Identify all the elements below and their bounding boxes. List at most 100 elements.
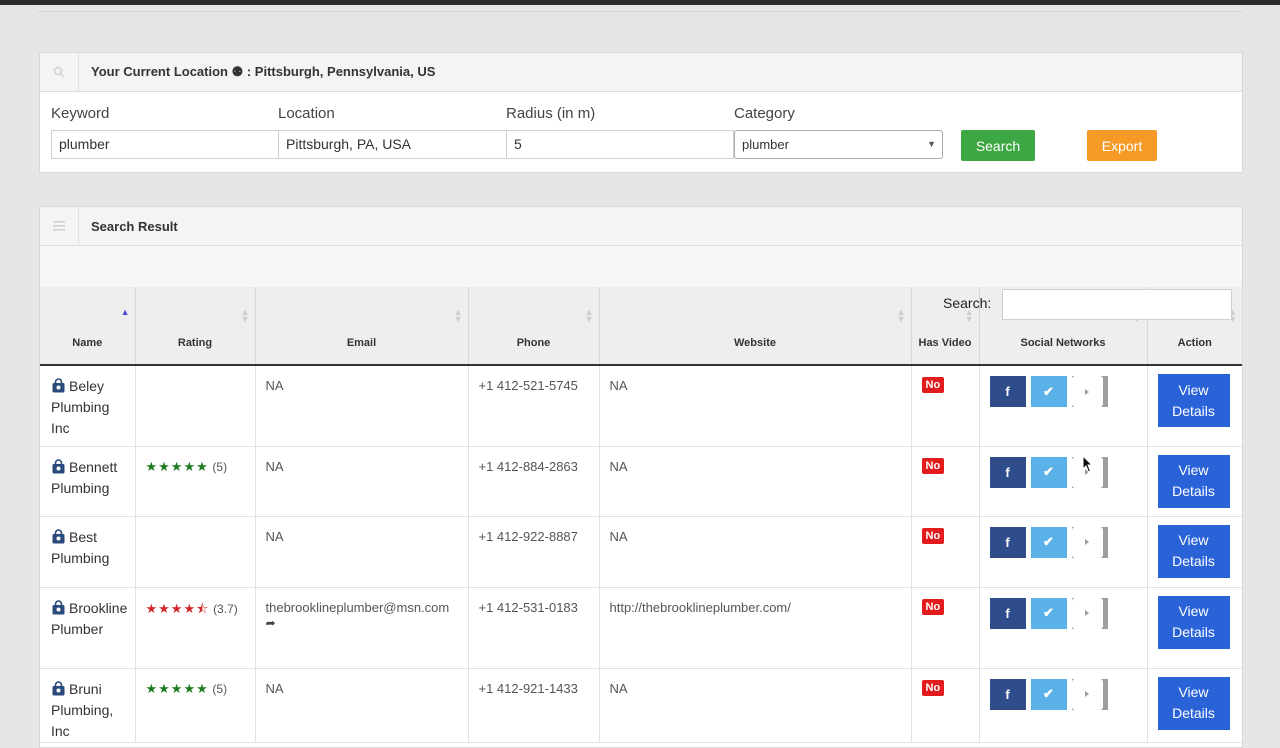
cell-phone: +1 412-884-2863 (468, 446, 600, 517)
cell-email: NA (255, 516, 469, 588)
rating-stars: ★★★★★ (145, 458, 209, 474)
category-select[interactable]: plumber ▼ (734, 130, 943, 159)
column-header-name[interactable]: Name ▲ (40, 287, 136, 366)
cell-website: NA (599, 365, 912, 447)
cell-social-networks: f ✔ (979, 365, 1148, 447)
cell-action: View Details (1147, 446, 1242, 517)
view-details-button[interactable]: View Details (1157, 676, 1230, 730)
cell-rating (135, 365, 256, 447)
twitter-icon[interactable]: ✔ (1030, 456, 1067, 488)
cell-name: Best Plumbing (40, 516, 136, 588)
youtube-icon[interactable] (1071, 376, 1108, 407)
website-value: NA (609, 680, 628, 696)
rating-stars: ★★★★★ (145, 680, 209, 696)
website-value: NA (609, 458, 628, 474)
cell-email: thebrooklineplumber@msn.com ➦ (255, 587, 469, 669)
rating-stars: ★★★★ (145, 600, 197, 616)
half-star-icon: ⯪ (196, 600, 210, 616)
table-row: Beley Plumbing Inc NA +1 412-521-5745 NA No f… (40, 365, 1242, 447)
has-video-badge: No (921, 679, 945, 696)
cell-has-video: No (911, 516, 980, 588)
keyword-input[interactable]: plumber (51, 130, 279, 159)
search-result-title: Search Result (91, 218, 178, 234)
radius-input[interactable]: 5 (506, 130, 734, 159)
shopping-bag-icon (52, 680, 65, 695)
facebook-icon[interactable]: f (989, 456, 1026, 488)
search-icon (40, 53, 79, 91)
facebook-icon[interactable]: f (989, 376, 1026, 407)
cell-name: Bennett Plumbing (40, 446, 136, 517)
cell-social-networks: f ✔ (979, 516, 1148, 588)
phone-value: +1 412-884-2863 (478, 458, 578, 474)
location-input[interactable]: Pittsburgh, PA, USA (278, 130, 507, 159)
has-video-badge: No (921, 598, 945, 615)
export-button[interactable]: Export (1087, 130, 1157, 161)
twitter-icon[interactable]: ✔ (1030, 597, 1067, 629)
table-row: Bennett Plumbing ★★★★★ (5) NA +1 412-884-28… (40, 446, 1242, 517)
cell-phone: +1 412-531-0183 (468, 587, 600, 669)
column-header-phone[interactable]: Phone ▲ ▼ (468, 287, 600, 366)
shopping-bag-icon (52, 458, 65, 473)
location-panel-header: Your Current Location ⚉ : Pittsburgh, Pe… (40, 53, 1242, 92)
window-top-edge (0, 0, 1280, 5)
sort-icon: ▲▼ (240, 307, 250, 324)
cell-action: View Details (1147, 668, 1242, 743)
phone-value: +1 412-521-5745 (478, 378, 578, 393)
twitter-icon[interactable]: ✔ (1030, 678, 1067, 710)
youtube-icon[interactable] (1071, 597, 1108, 629)
search-button[interactable]: Search (961, 130, 1035, 161)
column-header-email[interactable]: Email ▲ ▼ (255, 287, 469, 366)
cell-email: NA (255, 365, 469, 447)
view-details-button[interactable]: View Details (1157, 595, 1230, 649)
rating-value: (5) (212, 459, 228, 474)
twitter-icon[interactable]: ✔ (1030, 376, 1067, 407)
sort-icon: ▲▼ (584, 307, 594, 324)
table-search-input[interactable] (1002, 289, 1232, 320)
email-value: thebrooklineplumber@msn.com (265, 599, 450, 615)
phone-value: +1 412-922-8887 (478, 528, 578, 544)
column-header-rating[interactable]: Rating ▲ ▼ (135, 287, 256, 366)
column-header-website[interactable]: Website ▲ ▼ (599, 287, 912, 366)
cell-action: View Details (1147, 365, 1242, 447)
phone-value: +1 412-531-0183 (478, 599, 578, 615)
cell-name: Brookline Plumber (40, 587, 136, 669)
cell-phone: +1 412-922-8887 (468, 516, 600, 588)
facebook-icon[interactable]: f (989, 678, 1026, 710)
cell-email: NA (255, 446, 469, 517)
view-details-button[interactable]: View Details (1157, 524, 1230, 578)
cell-has-video: No (911, 668, 980, 743)
results-table: Name ▲ Rating ▲ ▼ Email ▲ ▼ Phone ▲ ▼ Website ▲ ▼… (40, 287, 1242, 743)
radius-label: Radius (in m) (506, 105, 596, 122)
facebook-icon[interactable]: f (989, 526, 1026, 558)
facebook-icon[interactable]: f (989, 597, 1026, 629)
table-row: Brookline Plumber ★★★★⯪ (3.7) thebrookline… (40, 587, 1242, 669)
sort-icon: ▲▼ (964, 307, 974, 324)
search-result-header: Search Result (40, 207, 1242, 246)
youtube-icon[interactable] (1071, 526, 1108, 558)
current-location-title: Your Current Location ⚉ : Pittsburgh, Pe… (91, 64, 436, 79)
category-select-value: plumber (742, 137, 789, 152)
has-video-badge: No (921, 457, 945, 474)
cell-social-networks: f ✔ (979, 587, 1148, 669)
email-value: NA (265, 378, 284, 393)
divider (38, 11, 1242, 12)
youtube-icon[interactable] (1071, 678, 1108, 710)
view-details-button[interactable]: View Details (1157, 374, 1230, 427)
location-label: Location (278, 105, 335, 122)
share-icon[interactable]: ➦ (266, 616, 276, 630)
cell-has-video: No (911, 365, 980, 447)
twitter-icon[interactable]: ✔ (1030, 526, 1067, 558)
shopping-bag-icon (52, 378, 65, 393)
phone-value: +1 412-921-1433 (478, 680, 578, 696)
cell-website: NA (599, 516, 912, 588)
cell-phone: +1 412-921-1433 (468, 668, 600, 743)
email-value: NA (265, 680, 284, 696)
view-details-button[interactable]: View Details (1157, 454, 1230, 508)
table-row: Bruni Plumbing, Inc ★★★★★ (5) NA +1 412-921… (40, 668, 1242, 743)
cell-name: Bruni Plumbing, Inc (40, 668, 136, 743)
cell-action: View Details (1147, 516, 1242, 588)
website-value: NA (609, 528, 628, 544)
list-icon (40, 207, 79, 245)
keyword-label: Keyword (51, 105, 110, 122)
cell-name: Beley Plumbing Inc (40, 365, 136, 447)
